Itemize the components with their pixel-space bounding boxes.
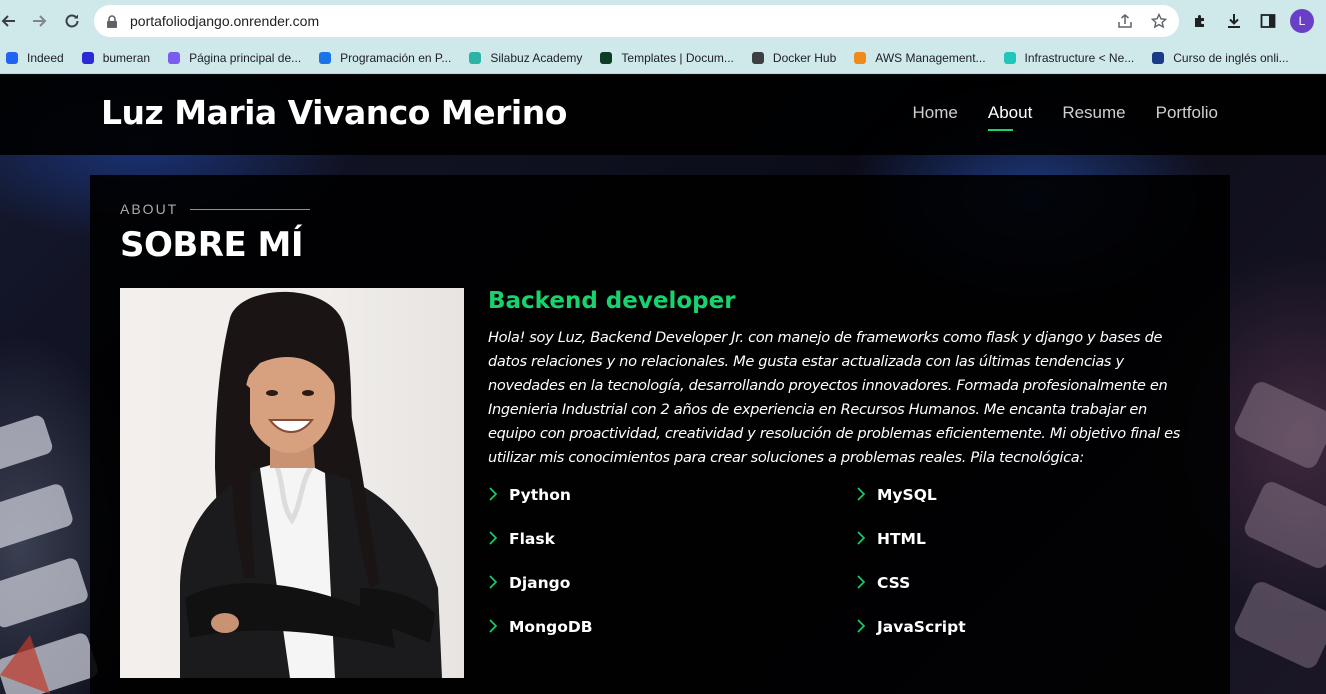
bookmark-item[interactable]: Infrastructure < Ne... [1002, 50, 1135, 66]
bio-paragraph: Hola! soy Luz, Backend Developer Jr. con… [488, 329, 1180, 466]
bookmark-item[interactable]: Indeed [4, 50, 64, 66]
bookmark-label: Docker Hub [772, 50, 837, 65]
eyebrow-label: ABOUT [120, 201, 179, 217]
address-bar[interactable]: portafoliodjango.onrender.com [94, 5, 1179, 37]
bookmark-label: Programación en P... [340, 50, 452, 65]
section-eyebrow: ABOUT [120, 201, 311, 217]
skill-item: Flask [488, 530, 555, 548]
web-page: Luz Maria Vivanco Merino Home About Resu… [0, 75, 1326, 694]
eyebrow-divider [190, 208, 311, 210]
url-text: portafoliodjango.onrender.com [130, 13, 320, 29]
chevron-right-icon [488, 531, 500, 547]
skill-label: Django [509, 574, 571, 592]
chevron-right-icon [488, 575, 500, 591]
bookmark-item[interactable]: Página principal de... [166, 50, 301, 66]
bookmark-item[interactable]: bumeran [80, 50, 150, 66]
microsoft-365-icon [166, 50, 182, 66]
site-nav: Home About Resume Portfolio [913, 103, 1218, 131]
bookmark-label: Silabuz Academy [490, 50, 583, 65]
skill-item: JavaScript [856, 618, 966, 636]
reload-icon[interactable] [56, 5, 88, 37]
section-title: SOBRE MÍ [120, 225, 304, 265]
skill-label: MySQL [877, 486, 937, 504]
chevron-right-icon [856, 531, 868, 547]
bumeran-icon [80, 50, 96, 66]
skill-label: HTML [877, 530, 926, 548]
chevron-right-icon [488, 487, 500, 503]
profile-avatar[interactable]: L [1290, 9, 1314, 33]
lock-icon [106, 14, 120, 28]
course-icon [317, 50, 333, 66]
chevron-right-icon [856, 487, 868, 503]
cambly-icon [1150, 50, 1166, 66]
bookmark-label: Indeed [27, 50, 64, 65]
bookmark-label: Infrastructure < Ne... [1024, 50, 1135, 65]
skill-label: MongoDB [509, 618, 593, 636]
chevron-right-icon [488, 619, 500, 635]
aws-icon [852, 50, 868, 66]
skill-item: MongoDB [488, 618, 593, 636]
chevron-right-icon [856, 575, 868, 591]
nav-about[interactable]: About [987, 103, 1032, 131]
role-title: Backend developer [488, 288, 736, 314]
skill-item: CSS [856, 574, 910, 592]
extensions-puzzle-icon[interactable] [1188, 9, 1212, 33]
skill-item: HTML [856, 530, 926, 548]
bookmark-label: Templates | Docum... [621, 50, 734, 65]
netlify-icon [1002, 50, 1018, 66]
bookmark-label: AWS Management... [875, 50, 986, 65]
site-title[interactable]: Luz Maria Vivanco Merino [101, 93, 567, 132]
docker-icon [750, 50, 766, 66]
bookmark-label: bumeran [102, 50, 151, 65]
bookmark-item[interactable]: Programación en P... [317, 50, 451, 66]
download-icon[interactable] [1222, 9, 1246, 33]
skill-label: CSS [877, 574, 911, 592]
bookmark-item[interactable]: Curso de inglés onli... [1150, 50, 1289, 66]
bookmarks-bar: Indeed bumeran Página principal de... Progr… [0, 42, 1326, 74]
about-section: ABOUT SOBRE MÍ Backend developer Hola! s… [90, 175, 1230, 694]
skill-label: Python [509, 486, 571, 504]
skill-item: Python [488, 486, 571, 504]
skill-item: Django [488, 574, 570, 592]
chevron-right-icon [856, 619, 868, 635]
silabuz-icon [467, 50, 483, 66]
bookmark-item[interactable]: Silabuz Academy [467, 50, 582, 66]
bookmark-label: Curso de inglés onli... [1173, 50, 1289, 65]
side-panel-icon[interactable] [1256, 9, 1280, 33]
nav-home[interactable]: Home [913, 103, 958, 123]
browser-toolbar: portafoliodjango.onrender.com L [0, 0, 1326, 42]
bookmark-star-icon[interactable] [1149, 11, 1169, 31]
bookmark-item[interactable]: Docker Hub [750, 50, 836, 66]
nav-resume[interactable]: Resume [1062, 103, 1125, 123]
skill-item: MySQL [856, 486, 937, 504]
skill-label: Flask [509, 530, 555, 548]
share-icon[interactable] [1115, 11, 1135, 31]
bookmark-item[interactable]: Templates | Docum... [598, 50, 734, 66]
nav-portfolio[interactable]: Portfolio [1156, 103, 1218, 123]
bookmark-item[interactable]: AWS Management... [852, 50, 986, 66]
site-header: Luz Maria Vivanco Merino Home About Resu… [0, 75, 1326, 155]
skill-label: JavaScript [877, 618, 966, 636]
back-arrow-icon[interactable] [0, 5, 24, 37]
forward-arrow-icon[interactable] [24, 5, 56, 37]
profile-photo [120, 288, 464, 678]
bookmark-label: Página principal de... [189, 50, 302, 65]
django-icon [598, 50, 614, 66]
indeed-icon [4, 50, 20, 66]
